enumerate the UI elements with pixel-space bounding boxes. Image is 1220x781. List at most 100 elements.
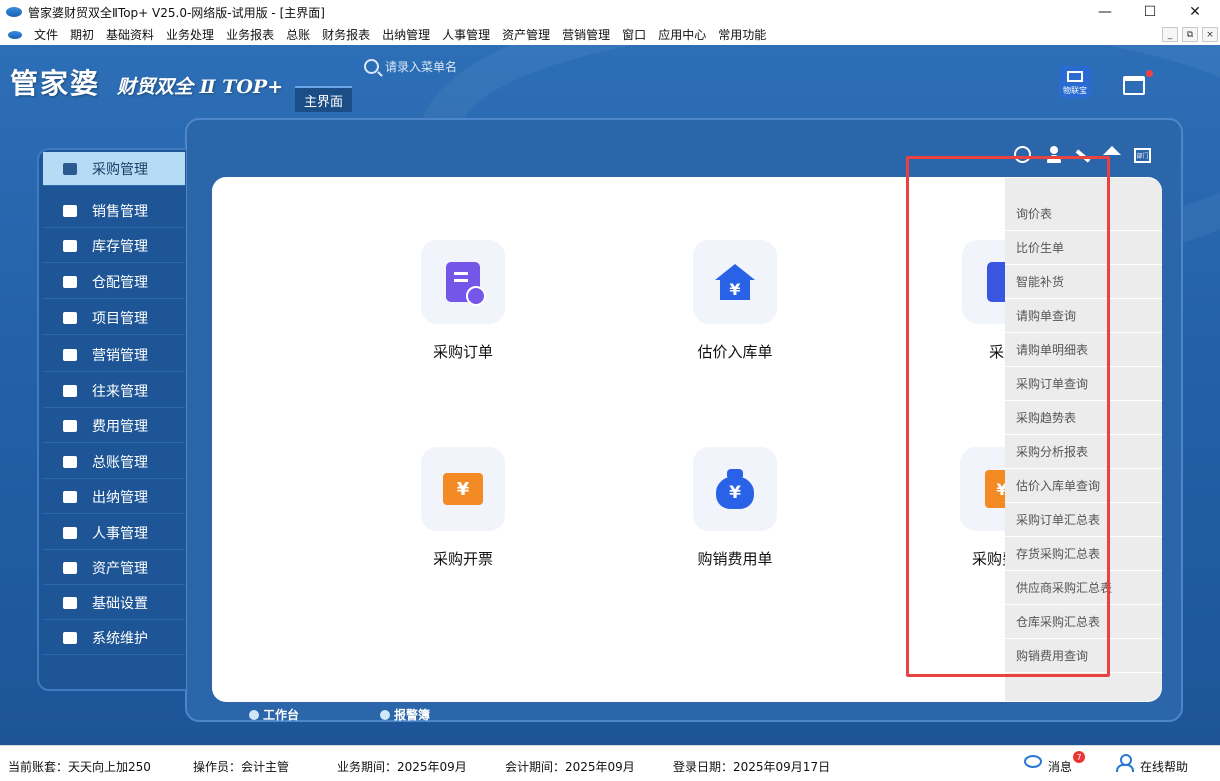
menu-finance-report[interactable]: 财务报表 — [316, 26, 376, 43]
user-icon[interactable] — [1046, 146, 1061, 163]
menu-business[interactable]: 业务处理 — [160, 26, 220, 43]
tile-expense-bill[interactable]: ¥ 购销费用单 — [665, 447, 805, 569]
tile-estimate-warehouse[interactable]: ¥ 估价入库单 — [665, 240, 805, 362]
sidebar-item-settings[interactable]: 基础设置 — [43, 586, 185, 620]
messages-button[interactable]: 消息 — [1048, 758, 1072, 775]
menu-item-purchase-analysis[interactable]: 采购分析报表 — [1005, 435, 1162, 469]
menu-item-po-query[interactable]: 采购订单查询 — [1005, 367, 1162, 401]
sidebar-item-label: 出纳管理 — [92, 489, 148, 506]
close-button[interactable]: ✕ — [1172, 0, 1218, 24]
home-icon — [63, 561, 77, 574]
sidebar-item-hr[interactable]: 人事管理 — [43, 516, 185, 550]
globe-icon[interactable] — [1014, 146, 1031, 163]
search-icon[interactable] — [364, 59, 379, 74]
department-icon[interactable]: 部门 — [1134, 148, 1151, 163]
tile-purchase-order[interactable]: 采购订单 — [393, 240, 533, 362]
menu-basic-data[interactable]: 基础资料 — [100, 26, 160, 43]
tab-main[interactable]: 主界面 — [295, 86, 352, 112]
swap-icon — [63, 384, 77, 397]
tab-alarm[interactable]: 报警簿 — [380, 706, 430, 723]
menu-ledger[interactable]: 总账 — [280, 26, 316, 43]
basket-icon — [63, 162, 77, 175]
menu-item-expense-query[interactable]: 购销费用查询 — [1005, 639, 1162, 673]
help-icon[interactable] — [1116, 754, 1134, 772]
menu-item-inquiry[interactable]: 询价表 — [1005, 197, 1162, 231]
sidebar-item-label: 采购管理 — [92, 161, 148, 178]
money-bag-icon — [63, 419, 77, 432]
menu-item-warehouse-summary[interactable]: 仓库采购汇总表 — [1005, 605, 1162, 639]
invoice-ticket-icon: ¥ — [443, 473, 483, 505]
sidebar-item-inventory[interactable]: 库存管理 — [43, 229, 185, 263]
tab-workbench-label: 工作台 — [263, 708, 300, 722]
tab-workbench[interactable]: 工作台 — [249, 706, 299, 723]
app-logo-icon — [6, 7, 22, 17]
sidebar-item-cashier[interactable]: 出纳管理 — [43, 480, 185, 514]
cart-icon — [63, 239, 77, 252]
expense-bag-icon: ¥ — [716, 469, 754, 509]
online-help-button[interactable]: 在线帮助 — [1140, 758, 1188, 775]
menu-item-requisition-query[interactable]: 请购单查询 — [1005, 299, 1162, 333]
sidebar-item-label: 资产管理 — [92, 560, 148, 577]
menu-common[interactable]: 常用功能 — [712, 26, 772, 43]
sidebar-item-sales[interactable]: 销售管理 — [43, 194, 185, 228]
menu-opening[interactable]: 期初 — [64, 26, 100, 43]
title-bar: 管家婆财贸双全ⅡTop+ V25.0-网络版-试用版 - [主界面] — [0, 0, 1220, 24]
menu-hr[interactable]: 人事管理 — [436, 26, 496, 43]
message-icon[interactable] — [1024, 755, 1042, 768]
home-settings-icon[interactable] — [1103, 146, 1121, 155]
sidebar-item-label: 销售管理 — [92, 203, 148, 220]
menu-business-report[interactable]: 业务报表 — [220, 26, 280, 43]
mdi-close-button[interactable]: × — [1202, 27, 1218, 42]
status-acct-period: 会计期间：2025年09月 — [505, 760, 635, 774]
tile-icon-box: ¥ — [693, 240, 777, 324]
minimize-button[interactable]: — — [1082, 0, 1128, 24]
qr-icon — [1067, 71, 1083, 82]
sidebar-item-project[interactable]: 项目管理 — [43, 301, 185, 335]
menu-file[interactable]: 文件 — [28, 26, 64, 43]
menu-search[interactable]: 请录入菜单名 — [364, 58, 457, 75]
alarm-icon — [380, 709, 390, 720]
box-icon — [63, 275, 77, 288]
menu-marketing[interactable]: 营销管理 — [556, 26, 616, 43]
menu-item-po-summary[interactable]: 采购订单汇总表 — [1005, 503, 1162, 537]
maximize-button[interactable]: ☐ — [1127, 0, 1173, 24]
tile-icon-box: ¥ — [693, 447, 777, 531]
sidebar-item-ledger[interactable]: 总账管理 — [43, 445, 185, 479]
menu-item-purchase-trend[interactable]: 采购趋势表 — [1005, 401, 1162, 435]
menu-item-smart-restock[interactable]: 智能补货 — [1005, 265, 1162, 299]
sidebar-item-assets[interactable]: 资产管理 — [43, 551, 185, 585]
menu-window[interactable]: 窗口 — [616, 26, 652, 43]
status-biz-period: 业务期间：2025年09月 — [337, 760, 467, 774]
menu-item-stock-summary[interactable]: 存货采购汇总表 — [1005, 537, 1162, 571]
mdi-restore-button[interactable]: ⧉ — [1182, 27, 1198, 42]
menu-item-supplier-summary[interactable]: 供应商采购汇总表 — [1005, 571, 1162, 605]
search-placeholder[interactable]: 请录入菜单名 — [385, 58, 457, 75]
sidebar-item-label: 总账管理 — [92, 454, 148, 471]
calendar-icon[interactable] — [1123, 76, 1145, 95]
mdi-minimize-button[interactable]: _ — [1162, 27, 1178, 42]
purchase-report-menu: 询价表 比价生单 智能补货 请购单查询 请购单明细表 采购订单查询 采购趋势表 … — [1005, 178, 1162, 701]
sidebar-item-marketing[interactable]: 营销管理 — [43, 338, 185, 372]
menu-item-estimate-query[interactable]: 估价入库单查询 — [1005, 469, 1162, 503]
sidebar-item-accounts[interactable]: 往来管理 — [43, 374, 185, 408]
sidebar-item-warehouse[interactable]: 仓配管理 — [43, 265, 185, 299]
folder-icon — [63, 311, 77, 324]
cashbox-icon — [63, 490, 77, 503]
menu-cashier[interactable]: 出纳管理 — [376, 26, 436, 43]
sidebar-item-label: 人事管理 — [92, 525, 148, 542]
tile-purchase-invoice[interactable]: ¥ 采购开票 — [393, 447, 533, 569]
menu-app-icon[interactable] — [8, 30, 22, 39]
brand-subtitle: 财贸双全 Ⅱ TOP+ — [117, 76, 284, 98]
window-title: 管家婆财贸双全ⅡTop+ V25.0-网络版-试用版 - [主界面] — [28, 5, 325, 20]
sidebar-item-purchase[interactable]: 采购管理 — [43, 152, 185, 186]
iot-label: 物联宝 — [1063, 86, 1087, 95]
menu-item-compare-price[interactable]: 比价生单 — [1005, 231, 1162, 265]
sidebar-item-expense[interactable]: 费用管理 — [43, 409, 185, 443]
iot-button[interactable]: 物联宝 — [1059, 66, 1091, 98]
menu-item-requisition-detail[interactable]: 请购单明细表 — [1005, 333, 1162, 367]
menu-assets[interactable]: 资产管理 — [496, 26, 556, 43]
menu-app-center[interactable]: 应用中心 — [652, 26, 712, 43]
tile-label: 采购开票 — [432, 550, 493, 568]
gear-icon — [63, 596, 77, 609]
sidebar-item-maintenance[interactable]: 系统维护 — [43, 621, 185, 655]
